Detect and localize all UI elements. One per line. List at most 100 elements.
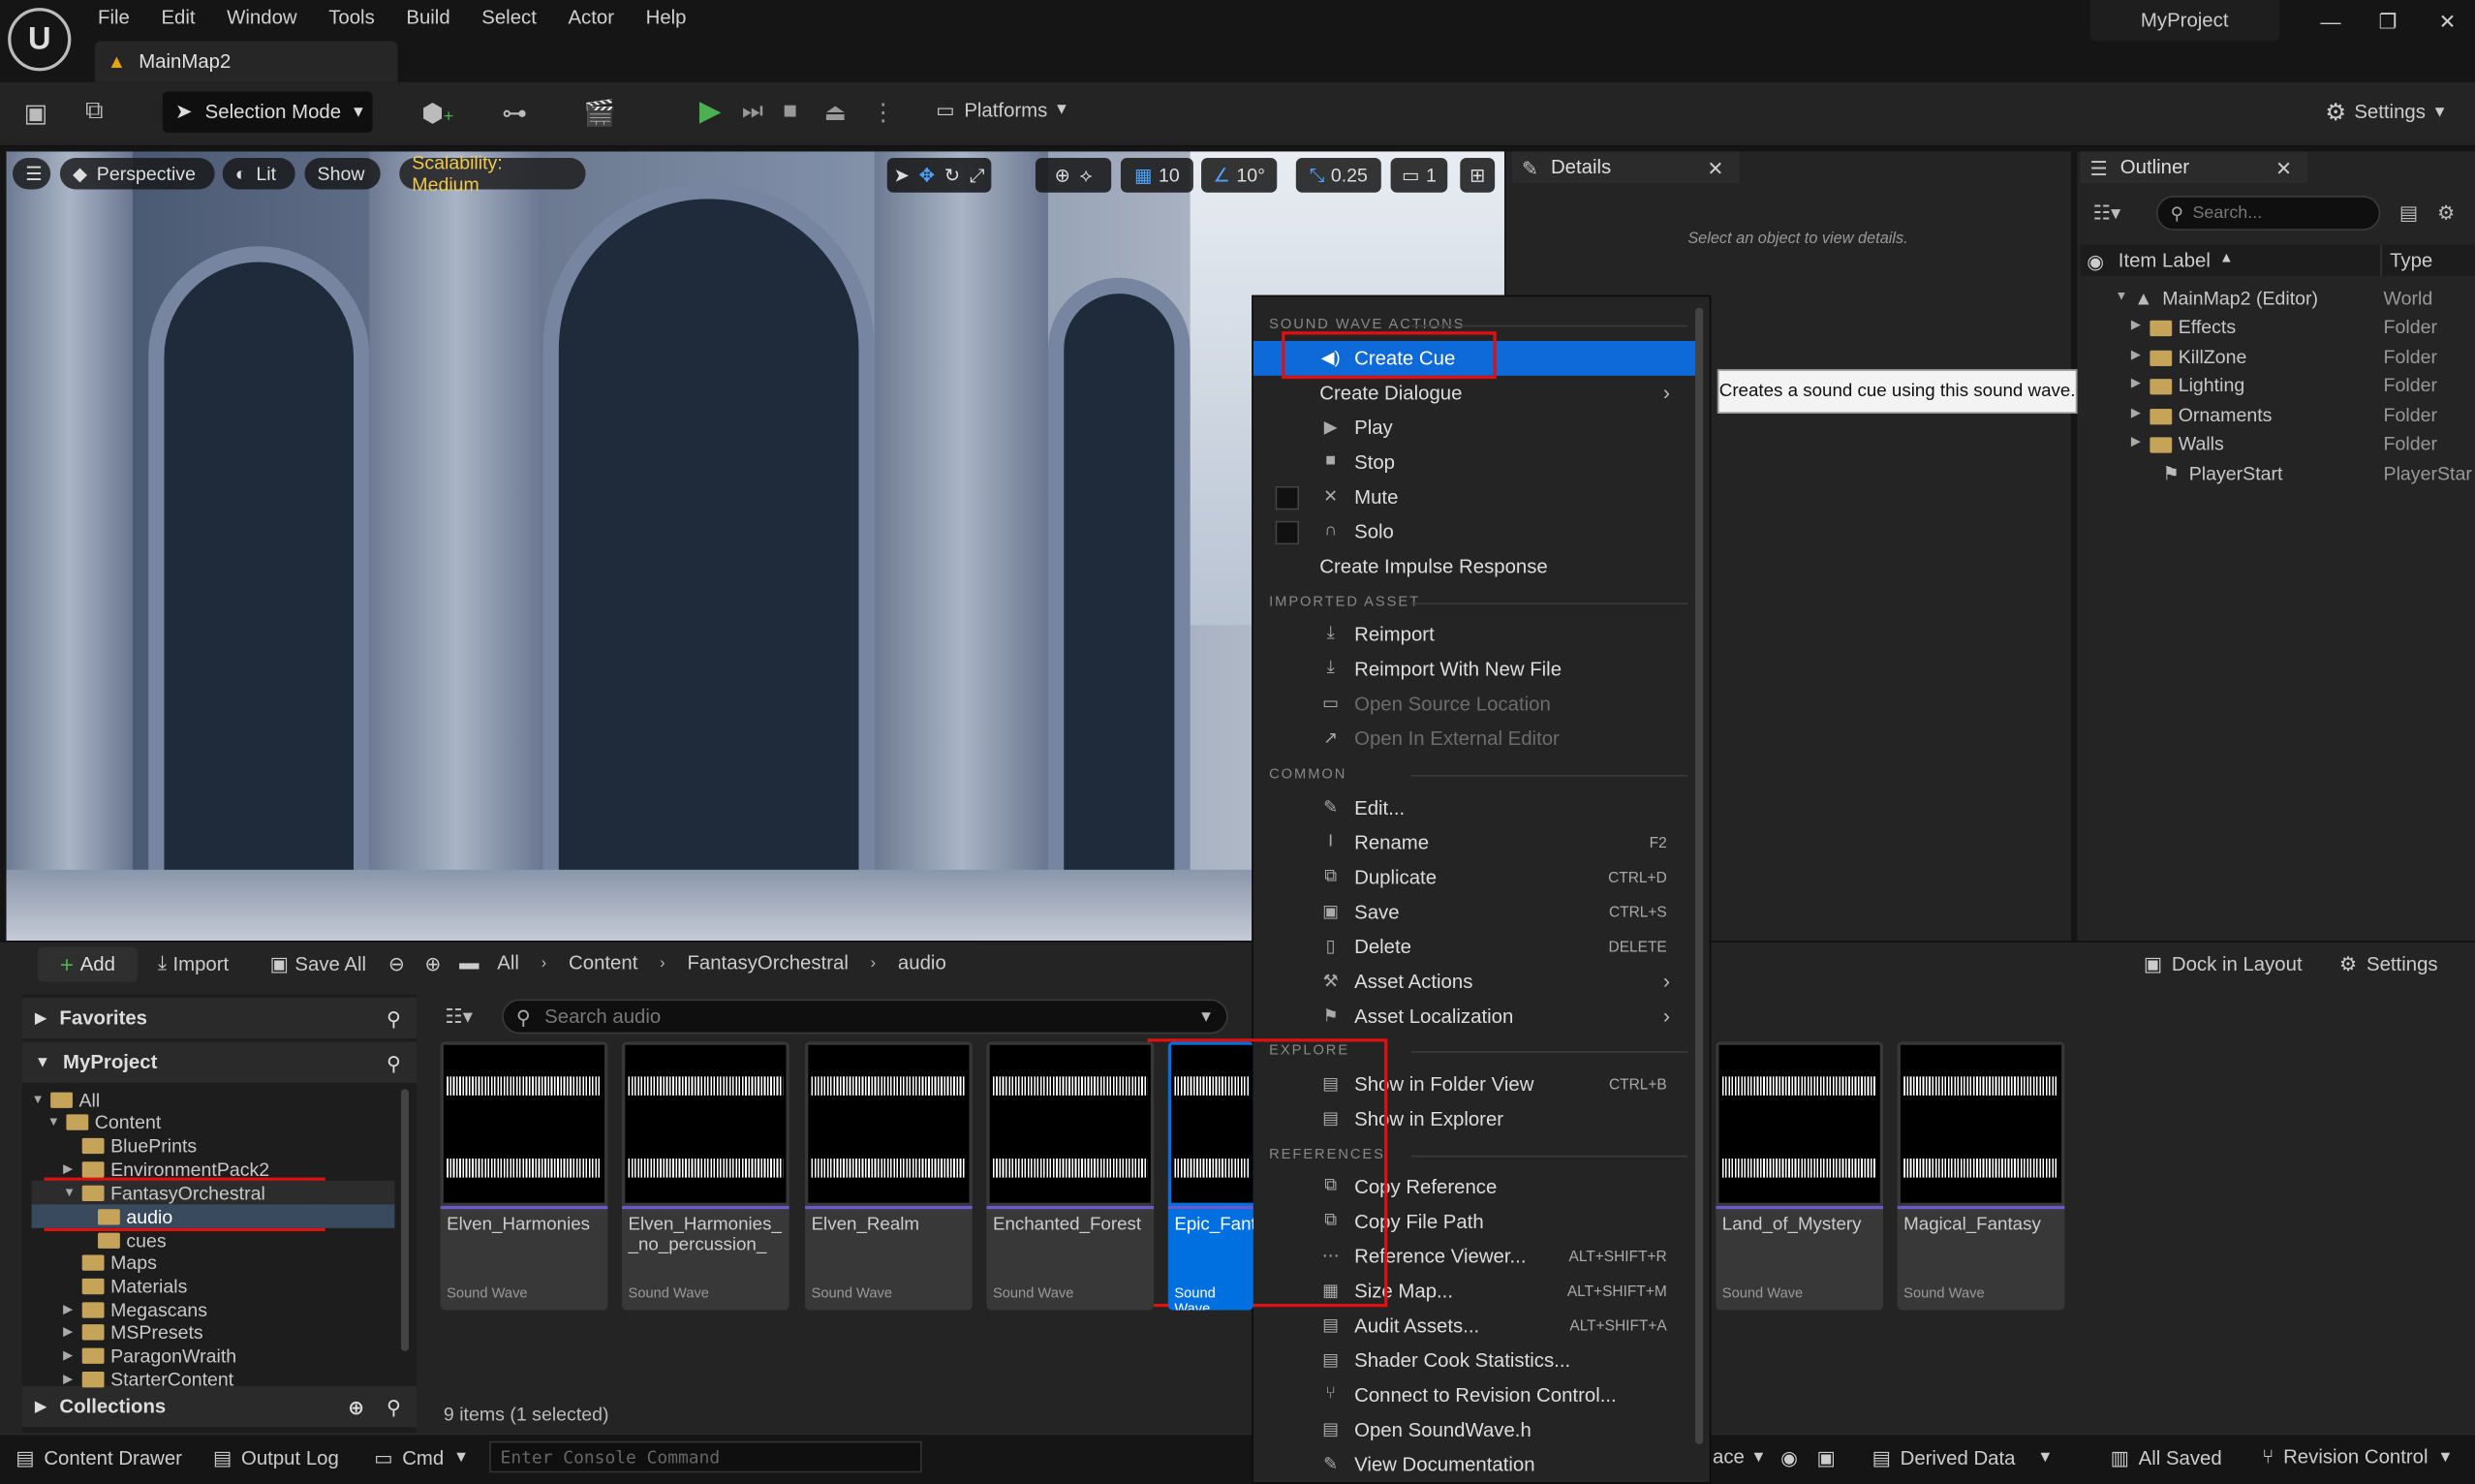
surface-snap-icon[interactable]: ⟡	[1080, 164, 1093, 187]
play-icon[interactable]: ▶	[699, 95, 722, 128]
menu-item-create-dialogue[interactable]: Create Dialogue ›	[1253, 376, 1695, 411]
chevron-down-icon[interactable]: ▼	[63, 1186, 78, 1200]
folder-tree-item[interactable]: Materials	[32, 1274, 395, 1297]
outliner-row[interactable]: ▼ ▲ MainMap2 (Editor) World	[2081, 284, 2475, 312]
menu-edit[interactable]: Edit	[161, 7, 195, 29]
breadcrumb-item[interactable]: Content	[569, 952, 637, 974]
add-collection-icon[interactable]: ⊕	[348, 1395, 364, 1418]
chevron-down-icon[interactable]: ▼	[32, 1093, 47, 1107]
folder-tree-item[interactable]: audio	[31, 1204, 395, 1228]
favorites-header[interactable]: ▶ Favorites ⚲	[21, 997, 418, 1039]
folder-tree-item[interactable]: ▶ ParagonWraith	[32, 1344, 395, 1367]
menu-item-shader-cook-statistics[interactable]: ▤ Shader Cook Statistics...	[1253, 1344, 1695, 1378]
viewport-menu-icon[interactable]: ☰	[13, 157, 51, 190]
save-icon[interactable]: ▣	[23, 98, 47, 130]
breadcrumb-item[interactable]: FantasyOrchestral	[687, 952, 848, 974]
menu-actor[interactable]: Actor	[568, 7, 614, 29]
outliner-row[interactable]: ▶ Ornaments Folder	[2081, 401, 2475, 429]
all-saved-button[interactable]: ▥ All Saved	[2111, 1446, 2222, 1469]
collections-header[interactable]: ▶ Collections ⊕ ⚲	[21, 1385, 418, 1428]
camera-speed-button[interactable]: ▭ 1	[1390, 157, 1448, 193]
asset-tile[interactable]: Epic_Fanta Sound Wave	[1167, 1041, 1253, 1311]
output-log-button[interactable]: ▤ Output Log	[213, 1446, 339, 1469]
history-back-icon[interactable]: ⊖	[388, 952, 405, 975]
folder-tree-item[interactable]: ▶ Megascans	[32, 1297, 395, 1320]
perspective-button[interactable]: ◆ Perspective	[59, 157, 215, 190]
chevron-right-icon[interactable]: ▶	[63, 1348, 78, 1363]
outliner-row[interactable]: ⚑ PlayerStart PlayerStar	[2081, 459, 2475, 487]
derived-data-button[interactable]: ▤ Derived Data ▼	[1872, 1446, 2054, 1469]
step-icon[interactable]: ⏭	[742, 98, 763, 125]
menu-item-open-soundwave-h[interactable]: ▤ Open SoundWave.h	[1253, 1412, 1695, 1447]
folder-tree-item[interactable]: ▼ Content	[32, 1110, 395, 1133]
details-tab[interactable]: ✎ Details ✕	[1512, 151, 1740, 184]
content-settings-button[interactable]: ⚙ Settings	[2339, 952, 2438, 975]
screenshot-icon[interactable]: ▣	[1817, 1446, 1836, 1469]
minimize-icon[interactable]: —	[2320, 10, 2340, 33]
asset-tile[interactable]: Magical_Fantasy Sound Wave	[1897, 1041, 2065, 1311]
more-options-icon[interactable]: ⋮	[871, 98, 894, 127]
menu-item-duplicate[interactable]: ⧉ Duplicate CTRL+D	[1253, 860, 1695, 895]
menu-window[interactable]: Window	[227, 7, 296, 29]
filter-icon[interactable]: ☷▾	[446, 1004, 473, 1028]
gear-icon[interactable]: ⚙	[2437, 201, 2455, 225]
checkbox[interactable]	[1275, 485, 1300, 510]
scale-icon[interactable]: ⤢	[970, 164, 985, 187]
console-input[interactable]: Enter Console Command	[489, 1440, 922, 1473]
chevron-right-icon[interactable]: ▶	[2131, 347, 2141, 361]
context-menu-scrollbar[interactable]	[1695, 307, 1704, 1444]
chevron-right-icon[interactable]: ▶	[2131, 434, 2141, 448]
menu-item-mute[interactable]: ✕ Mute	[1253, 479, 1695, 514]
menu-item-rename[interactable]: I Rename F2	[1253, 825, 1695, 860]
import-button[interactable]: ⤓ Import	[158, 952, 229, 975]
menu-item-view-documentation[interactable]: ✎ View Documentation	[1253, 1447, 1695, 1482]
menu-item-reimport-with-new-file[interactable]: ⤓ Reimport With New File	[1253, 652, 1695, 687]
menu-item-edit[interactable]: ✎ Edit...	[1253, 790, 1695, 825]
folder-tree-item[interactable]: ▼ All	[32, 1088, 395, 1111]
asset-tile[interactable]: Enchanted_Forest Sound Wave	[986, 1041, 1155, 1311]
cinematics-icon[interactable]: 🎬	[584, 98, 615, 130]
chevron-right-icon[interactable]: ▶	[2131, 318, 2141, 332]
settings-button[interactable]: ⚙ Settings ▼	[2325, 98, 2447, 127]
menu-item-asset-localization[interactable]: ⚑ Asset Localization ›	[1253, 999, 1695, 1034]
menu-item-save[interactable]: ▣ Save CTRL+S	[1253, 895, 1695, 930]
map-tab[interactable]: ▲ MainMap2	[94, 41, 398, 82]
layout-icon[interactable]: ⊞	[1460, 157, 1496, 193]
asset-tile[interactable]: Land_of_Mystery Sound Wave	[1716, 1041, 1883, 1311]
eye-icon[interactable]: ◉	[2087, 249, 2104, 273]
restore-icon[interactable]: ❐	[2379, 10, 2398, 35]
outliner-row[interactable]: ▶ Effects Folder	[2081, 313, 2475, 341]
menu-tools[interactable]: Tools	[328, 7, 375, 29]
folder-tree-item[interactable]: ▶ EnvironmentPack2	[32, 1157, 395, 1180]
eject-icon[interactable]: ⏏	[824, 98, 847, 127]
rotation-snap-button[interactable]: ∠ 10°	[1201, 157, 1278, 193]
menu-item-audit-assets[interactable]: ▤ Audit Assets... ALT+SHIFT+A	[1253, 1309, 1695, 1344]
col-type[interactable]: Type	[2390, 249, 2432, 271]
rotate-icon[interactable]: ↻	[944, 164, 960, 186]
outliner-row[interactable]: ▶ Walls Folder	[2081, 429, 2475, 457]
folder-tree-item[interactable]: ▼ FantasyOrchestral	[31, 1180, 395, 1205]
outliner-search-input[interactable]: ⚲ Search...	[2155, 196, 2381, 231]
menu-help[interactable]: Help	[646, 7, 687, 29]
globe-icon[interactable]: ⊕	[1055, 164, 1070, 186]
menu-item-delete[interactable]: ▯ Delete DELETE	[1253, 930, 1695, 965]
chevron-right-icon[interactable]: ▶	[63, 1324, 78, 1339]
close-icon[interactable]: ✕	[1707, 156, 1723, 179]
breadcrumb-item[interactable]: All	[497, 952, 519, 974]
add-button[interactable]: + Add	[38, 946, 138, 982]
scalability-badge[interactable]: Scalability: Medium	[399, 151, 586, 196]
asset-tile[interactable]: Elven_Harmonies Sound Wave	[440, 1041, 608, 1311]
menu-item-reimport[interactable]: ⤓ Reimport	[1253, 617, 1695, 652]
close-icon[interactable]: ✕	[2275, 156, 2292, 179]
select-icon[interactable]: ➤	[893, 164, 909, 186]
menu-item-connect-to-revision-control[interactable]: ⑂ Connect to Revision Control...	[1253, 1378, 1695, 1413]
menu-select[interactable]: Select	[481, 7, 537, 29]
search-icon[interactable]: ⚲	[387, 1395, 401, 1418]
add-actor-icon[interactable]: ⬢+	[421, 98, 453, 130]
stop-icon[interactable]: ■	[783, 98, 797, 125]
chevron-down-icon[interactable]: ▼	[47, 1114, 63, 1128]
revision-control-button[interactable]: ⑂ Revision Control ▼	[2262, 1446, 2453, 1469]
folder-tree-item[interactable]: Maps	[32, 1251, 395, 1274]
cmd-dropdown[interactable]: ▭ Cmd ▼	[374, 1446, 469, 1469]
folder-tree-item[interactable]: cues	[32, 1228, 395, 1252]
